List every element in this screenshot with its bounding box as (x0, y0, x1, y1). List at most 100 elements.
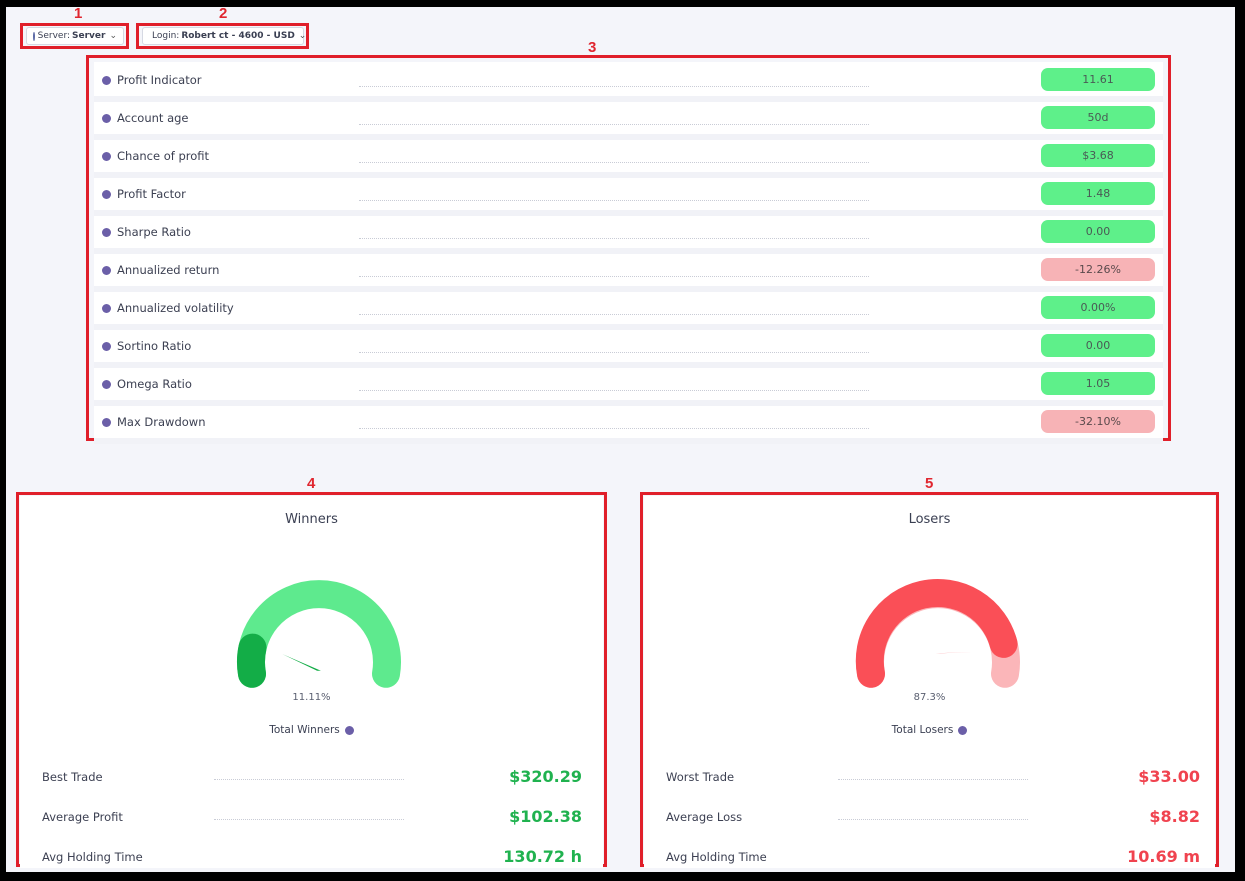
server-selector-prefix: Server: (37, 31, 71, 41)
winners-gauge (236, 580, 401, 688)
dotted-leader (359, 314, 869, 315)
metric-row: Profit Indicator 11.61 (94, 64, 1163, 102)
losers-stat-row: Avg Holding Time 10.69 m (666, 842, 1200, 866)
dotted-leader (359, 162, 869, 163)
best-trade-value: $320.29 (509, 767, 582, 786)
winners-stat-row: Avg Holding Time 130.72 h (42, 842, 582, 866)
info-icon[interactable] (102, 113, 111, 123)
metric-label: Annualized return (117, 263, 220, 277)
metric-row: Max Drawdown -32.10% (94, 406, 1163, 444)
metric-row: Annualized volatility 0.00% (94, 292, 1163, 330)
metric-value-badge: 0.00 (1041, 334, 1155, 357)
dotted-leader (214, 819, 404, 820)
metric-label: Profit Factor (117, 187, 186, 201)
info-icon[interactable] (102, 303, 111, 313)
metric-row: Chance of profit $3.68 (94, 140, 1163, 178)
metric-label: Max Drawdown (117, 415, 206, 429)
metrics-table: Profit Indicator 11.61 Account age 50d Chanc… (94, 62, 1163, 444)
dotted-leader (359, 86, 869, 87)
total-losers-label: Total Losers (644, 724, 1215, 736)
stat-label: Avg Holding Time (42, 850, 143, 864)
metric-label: Omega Ratio (117, 377, 192, 391)
losers-gauge-fill (855, 579, 1018, 688)
losers-stat-row: Average Loss $8.82 (666, 802, 1200, 826)
info-icon[interactable] (102, 265, 111, 275)
winners-card: Winners 11.11% Total Winners Best Trade … (20, 496, 603, 868)
metric-row: Profit Factor 1.48 (94, 178, 1163, 216)
losers-card: Losers 87.3% Total Losers Worst Trade $3… (644, 496, 1215, 868)
average-profit-value: $102.38 (509, 807, 582, 826)
server-selector-value: Server (72, 31, 106, 41)
total-losers-text: Total Losers (891, 724, 954, 736)
metric-label: Sharpe Ratio (117, 225, 191, 239)
metric-value-badge: -32.10% (1041, 410, 1155, 433)
metric-value-badge: 50d (1041, 106, 1155, 129)
dotted-leader (838, 779, 1028, 780)
metric-label: Chance of profit (117, 149, 210, 163)
info-icon[interactable] (102, 151, 111, 161)
winners-gauge-arc (237, 580, 401, 688)
info-icon[interactable] (344, 725, 354, 735)
info-icon[interactable] (102, 341, 111, 351)
user-icon (33, 31, 35, 41)
metric-row: Sortino Ratio 0.00 (94, 330, 1163, 368)
worst-trade-value: $33.00 (1138, 767, 1200, 786)
losers-gauge-needle (935, 652, 975, 654)
dotted-leader (359, 428, 869, 429)
metric-value-badge: 1.48 (1041, 182, 1155, 205)
login-selector-prefix: Login: (152, 31, 180, 41)
stat-label: Worst Trade (666, 770, 735, 784)
total-winners-label: Total Winners (20, 724, 603, 736)
metric-label: Profit Indicator (117, 73, 202, 87)
info-icon[interactable] (102, 75, 111, 85)
metric-label: Annualized volatility (117, 301, 234, 315)
winners-gauge-needle (282, 654, 321, 671)
winners-gauge-fill (236, 633, 267, 688)
metric-row: Sharpe Ratio 0.00 (94, 216, 1163, 254)
annotation-1: 1 (74, 7, 83, 22)
winners-percent: 11.11% (292, 692, 331, 703)
annotation-3: 3 (588, 39, 597, 56)
stat-label: Avg Holding Time (666, 850, 767, 864)
winners-stat-row: Average Profit $102.38 (42, 802, 582, 826)
dashboard-canvas: 1 2 3 4 5 Server: Server ⌄ Login: Robert… (6, 7, 1235, 872)
metric-label: Account age (117, 111, 189, 125)
total-winners-text: Total Winners (269, 724, 340, 736)
metric-label: Sortino Ratio (117, 339, 192, 353)
info-icon[interactable] (102, 379, 111, 389)
avg-holding-time-value: 130.72 h (503, 847, 582, 866)
annotation-5: 5 (925, 475, 934, 492)
annotation-4: 4 (307, 475, 316, 492)
stat-label: Best Trade (42, 770, 103, 784)
dotted-leader (214, 779, 404, 780)
metric-value-badge: 11.61 (1041, 68, 1155, 91)
chevron-down-icon: ⌄ (109, 31, 117, 41)
dotted-leader (359, 200, 869, 201)
stat-label: Average Loss (666, 810, 743, 824)
metric-row: Omega Ratio 1.05 (94, 368, 1163, 406)
metric-value-badge: 0.00 (1041, 220, 1155, 243)
dotted-leader (359, 390, 869, 391)
login-selector[interactable]: Login: Robert ct - 4600 - USD ⌄ (142, 27, 307, 45)
info-icon[interactable] (102, 189, 111, 199)
dotted-leader (359, 124, 869, 125)
metric-value-badge: $3.68 (1041, 144, 1155, 167)
metric-row: Account age 50d (94, 102, 1163, 140)
dotted-leader (359, 276, 869, 277)
server-selector[interactable]: Server: Server ⌄ (26, 27, 124, 45)
dotted-leader (838, 819, 1028, 820)
losers-percent: 87.3% (913, 692, 946, 703)
metric-value-badge: 0.00% (1041, 296, 1155, 319)
info-icon[interactable] (102, 417, 111, 427)
metric-value-badge: -12.26% (1041, 258, 1155, 281)
info-icon[interactable] (102, 227, 111, 237)
login-selector-value: Robert ct - 4600 - USD (181, 31, 295, 41)
dotted-leader (359, 352, 869, 353)
dotted-leader (359, 238, 869, 239)
info-icon[interactable] (958, 725, 968, 735)
chevron-down-icon: ⌄ (298, 31, 307, 41)
annotation-2: 2 (219, 7, 228, 22)
avg-holding-time-value: 10.69 m (1127, 847, 1200, 866)
stat-label: Average Profit (42, 810, 123, 824)
metric-value-badge: 1.05 (1041, 372, 1155, 395)
